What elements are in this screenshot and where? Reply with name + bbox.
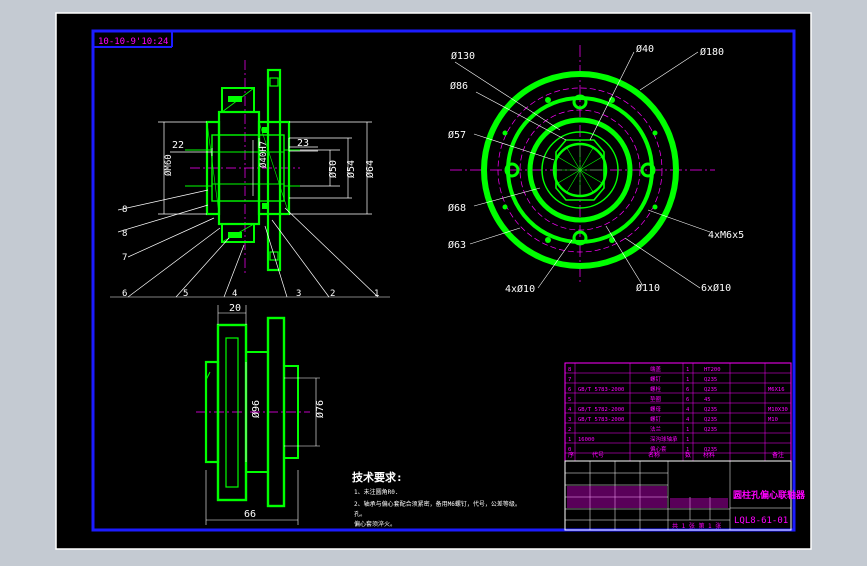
dim-40h7: Ø40H7 [258,141,269,168]
dim-d40: Ø40 [636,43,654,55]
bom-cell-no: 6 [568,387,571,393]
balloon-7: 7 [122,253,127,263]
balloon-6: 6 [122,289,127,299]
bom-cell-note: M6X16 [768,387,785,393]
bom-cell-code: GB/T 5783-2000 [578,387,624,393]
bom-cell-qty: 1 [686,437,689,443]
bom-cell-no: 2 [568,427,571,433]
bom-cell-name: 深沟球轴承 [650,435,678,443]
bom-cell-qty: 6 [686,397,689,403]
bom-cell-name: 螺钉 [650,415,662,423]
bom-cell-mat: HT200 [704,367,721,373]
bom-cell-mat: Q235 [704,417,717,423]
dim-4x-d10: 4xØ10 [505,283,535,295]
cad-viewport[interactable]: 10-10-9'10:24 ØM60 22 23 Ø40H7 Ø50 Ø54 Ø… [0,0,867,562]
dim-50: Ø50 [327,160,339,178]
notes-line-4: 偏心套须淬火。 [354,520,396,528]
bom-cell-no: 3 [568,417,571,423]
dim-6x-d10: 6xØ10 [701,282,731,294]
bom-header-code: 代号 [592,451,604,459]
dim-64: Ø64 [364,160,376,178]
dim-d68: Ø68 [448,202,466,214]
drawing-number: LQL8-61-01 [734,516,788,526]
bom-cell-name: 螺栓 [650,385,662,393]
dim-54: Ø54 [345,160,357,178]
bom-header-qty: 数 [685,451,691,459]
dim-d96: Ø96 [250,400,262,418]
bom-cell-qty: 1 [686,367,689,373]
bom-header-no: 序 [568,451,574,459]
bom-cell-mat: Q235 [704,427,717,433]
stamp-text: 10-10-9'10:24 [98,37,168,47]
sheet [55,12,812,550]
balloon-3: 3 [296,289,301,299]
dim-tapped-holes: 4xM6x5 [708,230,744,241]
bom-cell-mat: Q235 [704,387,717,393]
dim-20: 20 [229,303,241,314]
bom-cell-note: M10X30 [768,407,788,413]
dim-d130: Ø130 [451,50,475,62]
notes-line-2: 2、轴承与偏心套配合须紧密，备用M6螺钉，代号，公差等级。 [354,500,521,508]
bom-cell-qty: 1 [686,427,689,433]
dim-d86: Ø86 [450,80,468,92]
drawing-canvas: 10-10-9'10:24 ØM60 22 23 Ø40H7 Ø50 Ø54 Ø… [0,0,867,562]
bom-cell-code: GB/T 5782-2000 [578,407,624,413]
bom-header-material: 材料 [703,451,715,459]
bom-cell-mat: Q235 [704,407,717,413]
bom-cell-mat: 45 [704,397,711,403]
bom-cell-mat: Q235 [704,377,717,383]
dim-66: 66 [244,509,256,520]
bom-cell-no: 1 [568,437,571,443]
dim-d57: Ø57 [448,129,466,141]
balloon-8a: 8 [122,205,127,215]
bom-cell-name: 螺钉 [650,375,662,383]
bom-header-note: 备注 [772,451,784,459]
bom-cell-code: 16000 [578,437,595,443]
bom-cell-no: 8 [568,367,571,373]
bom-cell-name: 端盖 [650,365,662,373]
balloon-2: 2 [330,289,335,299]
dim-d180: Ø180 [700,46,724,58]
bom-cell-name: 垫圈 [650,395,662,403]
bom-cell-no: 5 [568,397,571,403]
notes-line-3: 孔。 [354,510,366,518]
dim-23: 23 [297,138,309,149]
bom-cell-qty: 6 [686,387,689,393]
dim-d76: Ø76 [314,400,326,418]
bom-cell-qty: 1 [686,377,689,383]
balloon-8b: 8 [122,229,127,239]
balloon-4: 4 [232,289,237,299]
notes-heading: 技术要求: [352,470,403,484]
bom-cell-note: M10 [768,417,778,423]
dim-d110: Ø110 [636,282,660,294]
notes-line-1: 1、未注圆角R0. [354,488,398,496]
bom-header-name: 名称 [648,451,660,459]
balloon-1: 1 [374,289,379,299]
sheet-info: 共 1 张 第 1 张 [672,522,721,530]
bom-cell-name: 法兰 [650,425,662,433]
dim-d63: Ø63 [448,239,466,251]
drawing-title: 圆柱孔偏心联轴器 [733,489,806,501]
bom-cell-name: 螺母 [650,405,662,413]
bom-cell-no: 7 [568,377,571,383]
balloon-5: 5 [183,289,188,299]
bom-cell-code: GB/T 5783-2000 [578,417,624,423]
dim-22: 22 [172,140,184,151]
dim-m60: ØM60 [163,154,174,176]
